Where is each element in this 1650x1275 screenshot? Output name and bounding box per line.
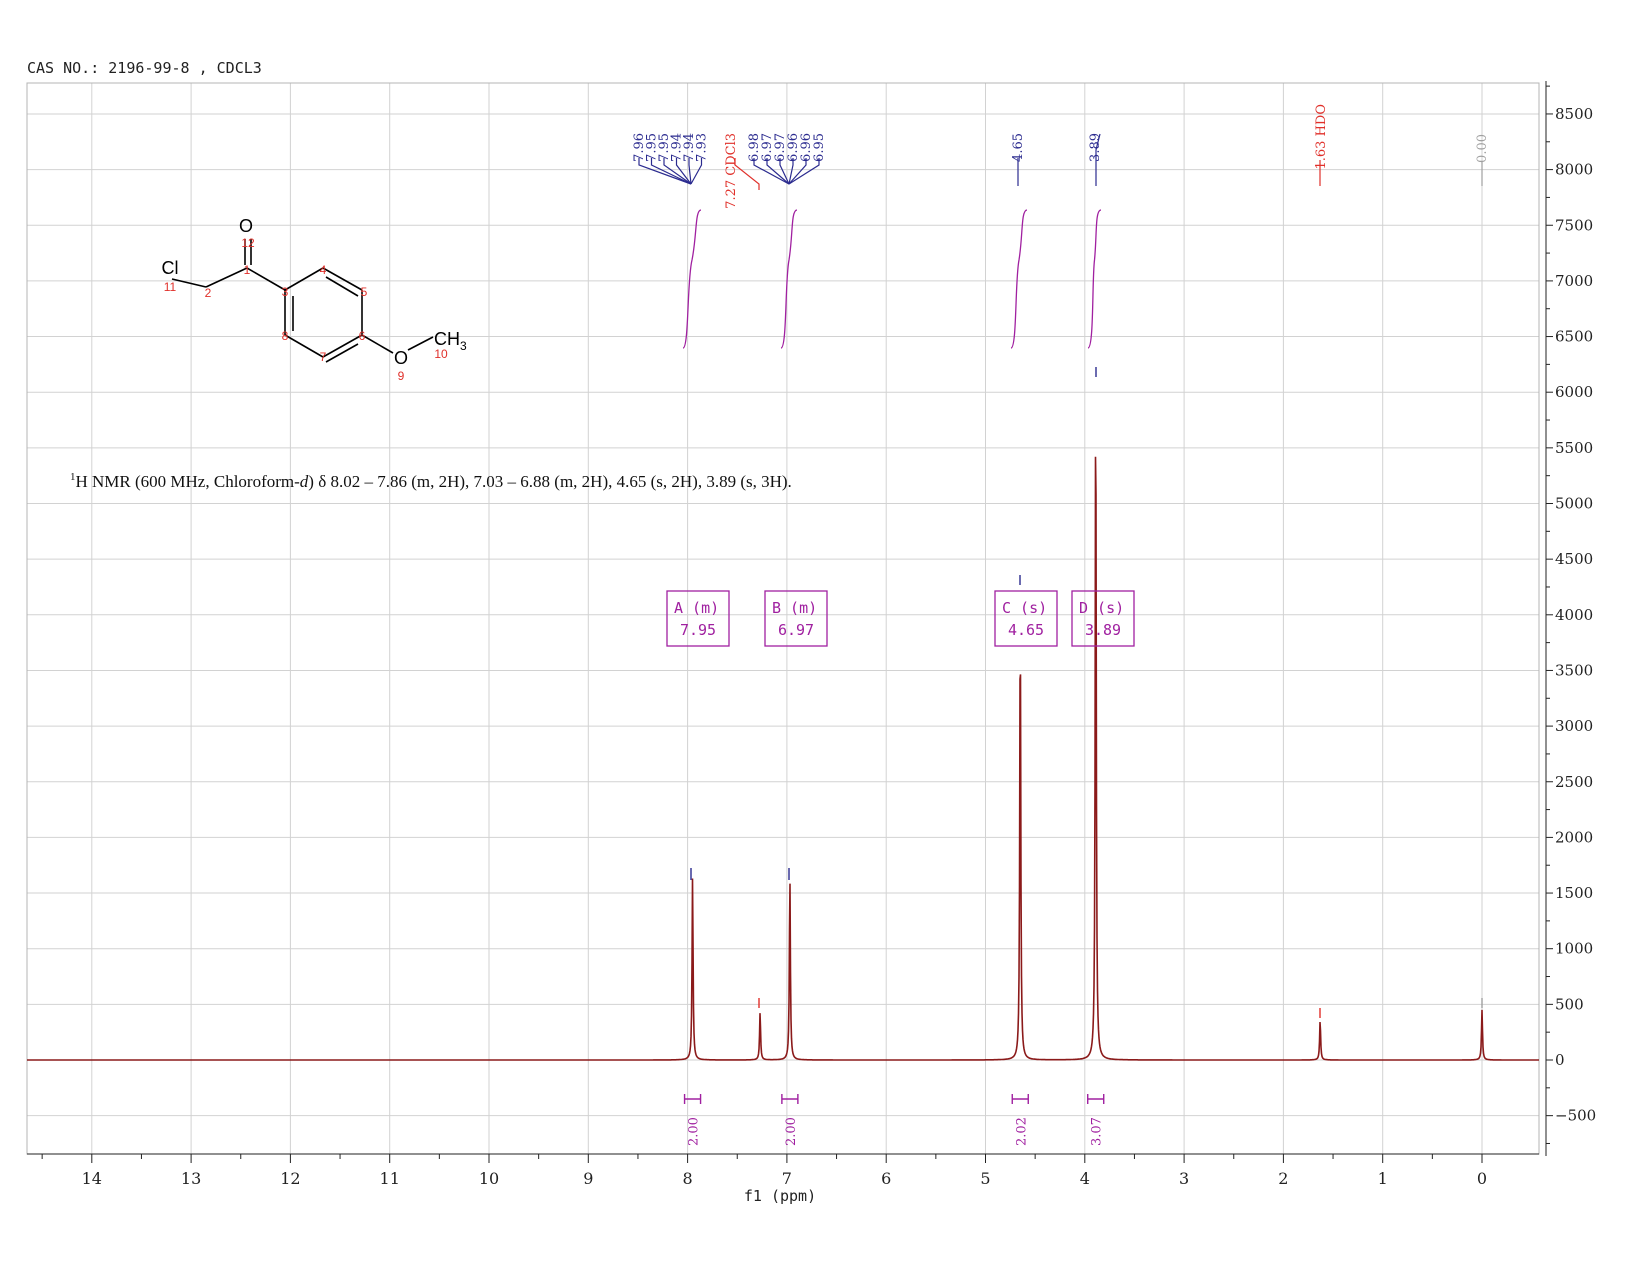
peak-label-solvent: 7.27 CDCl3 <box>724 133 739 209</box>
atom-number-11: 11 <box>164 280 177 294</box>
y-tick-label: 6500 <box>1555 328 1593 346</box>
y-tick-label: 6000 <box>1555 383 1593 401</box>
y-tick-label: 8500 <box>1555 105 1593 123</box>
y-tick-label: 2000 <box>1555 828 1593 846</box>
x-tick-label: 14 <box>82 1169 102 1188</box>
atom-number-2: 2 <box>205 286 212 300</box>
x-tick-label: 7 <box>782 1169 792 1188</box>
multiplet-label: B (m) <box>772 599 817 617</box>
atom-number-5: 5 <box>361 285 368 299</box>
atom-number-10: 10 <box>434 347 448 361</box>
x-tick-label: 4 <box>1080 1169 1090 1188</box>
y-tick-label: −500 <box>1555 1107 1596 1125</box>
integral-curve-d <box>1087 209 1102 349</box>
nmr-description: 1H NMR (600 MHz, Chloroform-d) δ 8.02 – … <box>70 471 792 491</box>
spectrum-line <box>27 456 1539 1061</box>
peak-label-b: 6.95 <box>812 133 827 162</box>
molecule-structure: O Cl O CH3 12 11 2 1 3 4 5 6 7 8 9 10 <box>162 216 468 383</box>
atom-cl: Cl <box>162 258 179 278</box>
x-tick-label: 13 <box>181 1169 201 1188</box>
multiplet-shift: 4.65 <box>1008 621 1044 639</box>
peak-labels: 7.967.957.957.947.947.93 7.27 CDCl3 6.986.… <box>632 104 1490 1018</box>
x-tick-label: 0 <box>1477 1169 1487 1188</box>
x-axis-title: f1 (ppm) <box>744 1187 816 1205</box>
atom-number-3: 3 <box>282 285 289 299</box>
peak-label-hdo: 1.63 HDO <box>1314 104 1329 170</box>
atom-o-ether: O <box>394 348 408 368</box>
multiplet-label: C (s) <box>1002 599 1047 617</box>
integral-bracket <box>1087 1094 1105 1104</box>
y-tick-label: 4500 <box>1555 550 1593 568</box>
peak-label-c: 4.65 <box>1011 133 1026 162</box>
integral-curve-c <box>1010 209 1028 349</box>
y-tick-label: 5000 <box>1555 495 1593 513</box>
integral-value: 2.00 <box>687 1117 702 1146</box>
y-tick-label: 500 <box>1555 995 1584 1013</box>
atom-number-12: 12 <box>241 236 255 250</box>
atom-number-9: 9 <box>398 369 405 383</box>
y-axis: 8500800075007000650060005500500045004000… <box>1545 81 1596 1156</box>
y-tick-label: 8000 <box>1555 161 1593 179</box>
integral-curve-b <box>780 209 798 349</box>
x-tick-label: 6 <box>881 1169 891 1188</box>
y-tick-label: 1000 <box>1555 940 1593 958</box>
atom-number-6: 6 <box>359 329 366 343</box>
integral-bracket <box>781 1094 799 1104</box>
integral-bracket <box>683 1094 702 1104</box>
atom-number-4: 4 <box>320 263 327 277</box>
x-tick-label: 12 <box>280 1169 300 1188</box>
integral-bracket <box>1011 1094 1029 1104</box>
multiplet-label: D (s) <box>1079 599 1124 617</box>
x-tick-label: 5 <box>980 1169 990 1188</box>
integral-brackets: 2.00 2.00 2.02 3.07 <box>683 1094 1105 1146</box>
x-tick-label: 10 <box>479 1169 499 1188</box>
x-tick-label: 8 <box>683 1169 693 1188</box>
integral-curve-a <box>682 209 702 349</box>
atom-number-8: 8 <box>282 329 289 343</box>
integral-value: 2.00 <box>784 1117 799 1146</box>
nmr-spectrum-chart: CAS NO.: 2196-99-8 , CDCL3 14 13 12 11 10 9 8 7… <box>26 59 1596 1205</box>
y-tick-label: 0 <box>1555 1051 1565 1069</box>
atom-number-1: 1 <box>244 263 251 277</box>
multiplet-boxes: A (m) 7.95 B (m) 6.97 C (s) 4.65 D (s) 3.89 <box>666 590 1135 647</box>
integral-curves <box>682 209 1102 349</box>
y-tick-label: 3000 <box>1555 717 1593 735</box>
nmr-description-rest: ) δ 8.02 – 7.86 (m, 2H), 7.03 – 6.88 (m,… <box>308 472 792 491</box>
peak-label-tms: 0.00 <box>1475 134 1490 163</box>
x-tick-label: 3 <box>1179 1169 1189 1188</box>
peak-label-a: 7.93 <box>695 133 710 162</box>
header-text: CAS NO.: 2196-99-8 , CDCL3 <box>27 59 262 77</box>
x-tick-label: 9 <box>583 1169 593 1188</box>
atom-number-7: 7 <box>320 350 327 364</box>
atom-o-carbonyl: O <box>239 216 253 236</box>
x-tick-label: 1 <box>1378 1169 1388 1188</box>
integral-value: 2.02 <box>1014 1117 1029 1146</box>
y-tick-label: 2500 <box>1555 773 1593 791</box>
y-tick-label: 5500 <box>1555 439 1593 457</box>
y-tick-label: 4000 <box>1555 606 1593 624</box>
y-tick-label: 7500 <box>1555 216 1593 234</box>
y-tick-label: 3500 <box>1555 661 1593 679</box>
multiplet-label: A (m) <box>674 599 719 617</box>
multiplet-shift: 6.97 <box>778 621 814 639</box>
x-tick-label: 2 <box>1278 1169 1288 1188</box>
y-tick-label: 7000 <box>1555 272 1593 290</box>
nmr-description-main: H NMR (600 MHz, Chloroform- <box>76 472 301 491</box>
integral-value: 3.07 <box>1090 1117 1105 1146</box>
multiplet-shift: 3.89 <box>1085 621 1121 639</box>
multiplet-shift: 7.95 <box>680 621 716 639</box>
x-axis: 14 13 12 11 10 9 8 7 6 5 4 3 2 1 0 <box>27 1153 1539 1188</box>
y-tick-label: 1500 <box>1555 884 1593 902</box>
x-tick-label: 11 <box>380 1169 400 1188</box>
